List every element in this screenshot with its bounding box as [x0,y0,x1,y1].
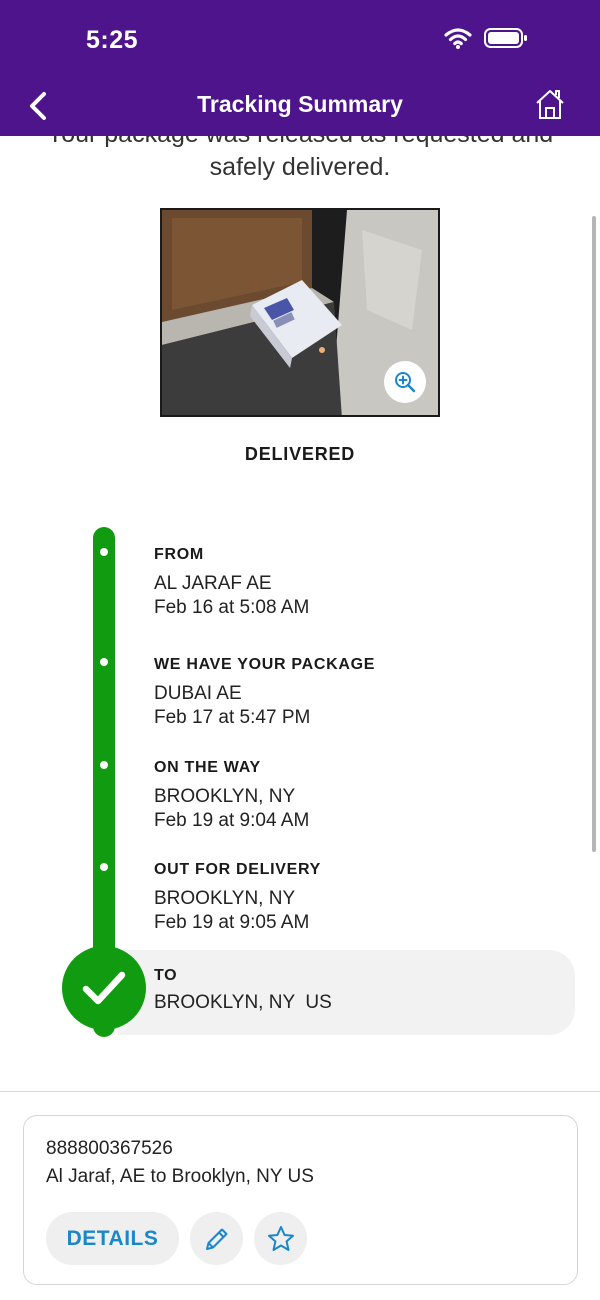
status-time: 5:25 [86,26,139,54]
details-button[interactable]: DETAILS [46,1212,179,1265]
timeline-location: BROOKLYN, NY US [154,992,332,1013]
timeline-datetime: Feb 19 at 9:05 AM [154,912,310,933]
status-icons [444,27,528,49]
top-bar: 5:25 Tracking Summary [0,0,600,136]
timeline-dot [100,658,108,666]
timeline-datetime: Feb 17 at 5:47 PM [154,707,311,728]
timeline-location: BROOKLYN, NY [154,786,296,807]
timeline-title: OUT FOR DELIVERY [154,861,322,878]
zoom-button[interactable] [384,361,426,403]
timeline-datetime: Feb 16 at 5:08 AM [154,597,310,618]
timeline-dot [100,761,108,769]
shipment-route: Al Jaraf, AE to Brooklyn, NY US [46,1166,314,1187]
timeline-title: FROM [154,546,204,563]
timeline-datetime: Feb 19 at 9:04 AM [154,810,310,831]
page-title: Tracking Summary [197,91,403,117]
timeline-dot [100,863,108,871]
delivered-check-badge [62,946,146,1030]
home-icon[interactable] [534,88,566,120]
favorite-button[interactable] [254,1212,307,1265]
timeline-location: BROOKLYN, NY [154,888,296,909]
battery-icon [484,28,527,48]
timeline-location: DUBAI AE [154,683,242,704]
tracking-content: Your package was released as requested a… [0,136,600,1091]
edit-button[interactable] [190,1212,243,1265]
timeline-location: AL JARAF AE [154,573,272,594]
checkmark-icon [82,971,126,1005]
pencil-icon [205,1228,227,1250]
timeline-item-destination: TO BROOKLYN, NY US [118,950,575,1035]
timeline-dot [100,548,108,556]
shipment-card: 888800367526 Al Jaraf, AE to Brooklyn, N… [23,1115,578,1285]
star-icon [267,1225,294,1251]
timeline-item-out-for-delivery: OUT FOR DELIVERY BROOKLYN, NY Feb 19 at … [154,861,574,935]
delivery-message: Your package was released as requested a… [47,136,553,181]
timeline-item-from: FROM AL JARAF AE Feb 16 at 5:08 AM [154,546,574,620]
zoom-in-icon [395,372,416,393]
timeline-item-picked-up: WE HAVE YOUR PACKAGE DUBAI AE Feb 17 at … [154,656,574,730]
timeline-title: TO [154,967,178,984]
delivery-status: DELIVERED [244,444,356,464]
wifi-icon [444,28,472,49]
timeline-title: ON THE WAY [154,759,261,776]
timeline-title: WE HAVE YOUR PACKAGE [154,656,376,673]
tracking-number: 888800367526 [46,1138,173,1159]
timeline-item-on-the-way: ON THE WAY BROOKLYN, NY Feb 19 at 9:04 A… [154,759,574,833]
delivery-photo[interactable] [160,208,440,417]
scrollbar[interactable] [592,216,596,852]
divider [0,1091,600,1092]
